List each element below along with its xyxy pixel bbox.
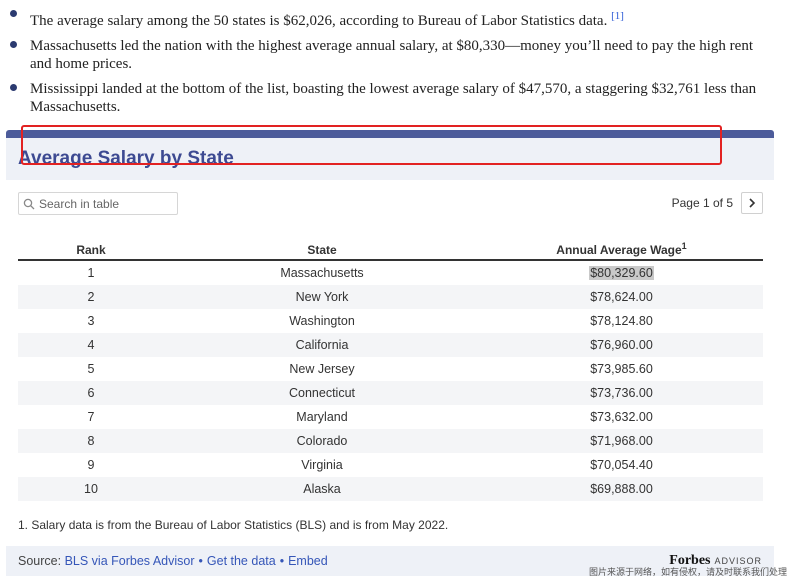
embed-link[interactable]: Embed [288, 554, 328, 568]
bullet-dot [10, 10, 17, 17]
page-indicator: Page 1 of 5 [671, 196, 733, 210]
table-row: 9 Virginia $70,054.40 [18, 453, 763, 477]
summary-bullets: The average salary among the 50 states i… [0, 6, 787, 123]
bullet-item: The average salary among the 50 states i… [0, 6, 787, 30]
cell-state: New Jersey [289, 362, 355, 376]
next-page-button[interactable] [741, 192, 763, 214]
bullet-item: Mississippi landed at the bottom of the … [0, 80, 787, 116]
cell-wage: $80,329.60 [480, 266, 763, 280]
cell-rank: 6 [87, 386, 95, 400]
widget-accent-bar [6, 130, 774, 138]
cell-rank: 2 [87, 290, 95, 304]
search-placeholder: Search in table [39, 196, 120, 211]
column-header-rank[interactable]: Rank [18, 243, 164, 257]
cell-wage: $78,124.80 [590, 314, 653, 328]
cell-wage: $73,985.60 [590, 362, 653, 376]
cell-wage: $71,968.00 [590, 434, 653, 448]
bullet-text: Mississippi landed at the bottom of the … [30, 81, 757, 115]
cell-rank: 7 [87, 410, 95, 424]
cell-state: Virginia [301, 458, 343, 472]
cell-wage-selected-text: $80,329.60 [589, 266, 654, 280]
table-row: 8 Colorado $71,968.00 [18, 429, 763, 453]
source-separator: • [279, 554, 285, 568]
source-label: Source: [18, 554, 62, 568]
cell-state: Washington [289, 314, 355, 328]
table-row: 1 Massachusetts $80,329.60 [18, 261, 763, 285]
column-header-wage-footnote: 1 [681, 241, 687, 251]
cell-state: Maryland [296, 410, 348, 424]
bullet-text: The average salary among the 50 states i… [30, 13, 608, 29]
column-header-state[interactable]: State [164, 243, 480, 257]
table-footnote: 1. Salary data is from the Bureau of Lab… [18, 518, 449, 532]
table-header: Rank State Annual Average Wage1 [18, 234, 763, 261]
cell-rank: 1 [87, 266, 95, 280]
column-header-wage[interactable]: Annual Average Wage1 [480, 241, 763, 257]
widget-title: Average Salary by State [18, 148, 234, 169]
cell-state: Colorado [296, 434, 348, 448]
salary-table: Rank State Annual Average Wage1 1 Massach… [18, 234, 763, 501]
cell-rank: 5 [87, 362, 95, 376]
cell-state: Alaska [303, 482, 341, 496]
table-controls: Search in table Page 1 of 5 [18, 192, 763, 216]
search-icon [19, 198, 39, 210]
bullet-text: Massachusetts led the nation with the hi… [30, 38, 754, 72]
bullet-dot [10, 41, 17, 48]
table-row: 4 California $76,960.00 [18, 333, 763, 357]
image-watermark: 图片来源于网络，如有侵权，请及时联系我们处理 [588, 567, 787, 577]
table-row: 7 Maryland $73,632.00 [18, 405, 763, 429]
cell-state: Connecticut [288, 386, 355, 400]
cell-rank: 10 [84, 482, 98, 496]
search-input[interactable]: Search in table [18, 192, 178, 215]
widget-header: Average Salary by State [6, 138, 774, 180]
column-header-wage-label: Annual Average Wage [556, 243, 682, 257]
footnote-ref-link[interactable]: [1] [611, 10, 624, 22]
pagination: Page 1 of 5 [672, 192, 763, 214]
cell-wage: $73,736.00 [590, 386, 653, 400]
cell-rank: 4 [87, 338, 95, 352]
cell-wage: $70,054.40 [590, 458, 653, 472]
cell-rank: 3 [87, 314, 95, 328]
table-row: 6 Connecticut $73,736.00 [18, 381, 763, 405]
bullet-item: Massachusetts led the nation with the hi… [0, 37, 787, 73]
get-data-link[interactable]: Get the data [207, 554, 276, 568]
cell-state: New York [295, 290, 349, 304]
source-separator: • [198, 554, 203, 568]
cell-rank: 8 [87, 434, 95, 448]
chevron-right-icon [749, 198, 756, 208]
cell-wage: $78,624.00 [590, 290, 653, 304]
cell-state: California [295, 338, 349, 352]
table-body: 1 Massachusetts $80,329.60 2 New York $78,62… [18, 261, 763, 501]
cell-wage: $69,888.00 [590, 482, 653, 496]
cell-wage: $76,960.00 [590, 338, 653, 352]
source-link[interactable]: BLS via Forbes Advisor [65, 554, 195, 568]
table-row: 2 New York $78,624.00 [18, 285, 763, 309]
salary-table-widget: Average Salary by State Search in table … [6, 130, 774, 575]
bullet-dot [10, 84, 17, 91]
table-row: 10 Alaska $69,888.00 [18, 477, 763, 501]
cell-rank: 9 [87, 458, 95, 472]
table-row: 3 Washington $78,124.80 [18, 309, 763, 333]
cell-wage: $73,632.00 [590, 410, 653, 424]
table-row: 5 New Jersey $73,985.60 [18, 357, 763, 381]
cell-state: Massachusetts [280, 266, 364, 280]
